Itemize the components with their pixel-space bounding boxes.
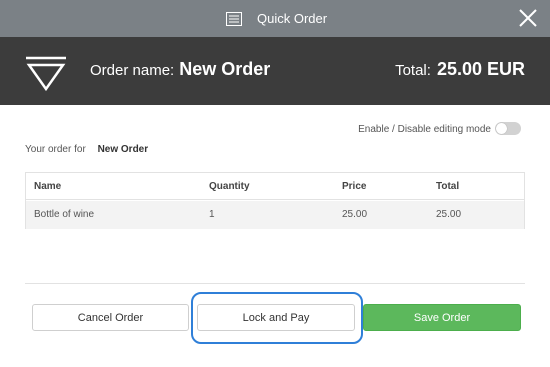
table-header: Name Quantity Price Total <box>26 173 524 200</box>
item-price: 25.00 <box>342 209 368 220</box>
total-value: 25.00 EUR <box>436 59 525 79</box>
order-name-value: New Order <box>179 59 271 79</box>
column-header-name: Name <box>34 181 62 192</box>
order-header: Order name: New Order Total: 25.00 EUR <box>0 37 550 105</box>
window-title-group: Quick Order <box>226 0 327 37</box>
total-label: Total: <box>395 62 431 79</box>
footer-divider <box>25 283 525 284</box>
lock-and-pay-button[interactable]: Lock and Pay <box>197 304 355 331</box>
table-row[interactable]: Bottle of wine 1 25.00 25.00 <box>26 201 524 229</box>
column-header-price: Price <box>342 181 367 192</box>
column-header-quantity: Quantity <box>209 181 250 192</box>
item-quantity: 1 <box>209 209 215 220</box>
order-total: Total: 25.00 EUR <box>395 59 525 80</box>
edit-mode-label: Enable / Disable editing mode <box>358 124 491 135</box>
order-for-name: New Order <box>97 144 149 155</box>
order-for-label: Your order for <box>25 144 86 155</box>
cancel-order-button[interactable]: Cancel Order <box>32 304 189 331</box>
close-icon[interactable] <box>516 6 540 30</box>
column-header-total: Total <box>436 181 460 192</box>
save-order-button[interactable]: Save Order <box>363 304 521 331</box>
window-titlebar: Quick Order <box>0 0 550 37</box>
window-title: Quick Order <box>257 11 328 26</box>
toggle-knob <box>496 123 507 134</box>
item-name: Bottle of wine <box>34 209 95 220</box>
order-name: Order name: New Order <box>90 59 270 80</box>
order-for: Your order for New Order <box>25 144 148 155</box>
edit-mode-toggle[interactable] <box>495 122 521 135</box>
list-icon <box>226 11 242 26</box>
triangle-logo-icon <box>26 56 66 92</box>
order-name-label: Order name: <box>90 62 175 79</box>
order-items-table: Name Quantity Price Total Bottle of wine… <box>25 172 525 229</box>
item-total: 25.00 <box>436 209 462 220</box>
